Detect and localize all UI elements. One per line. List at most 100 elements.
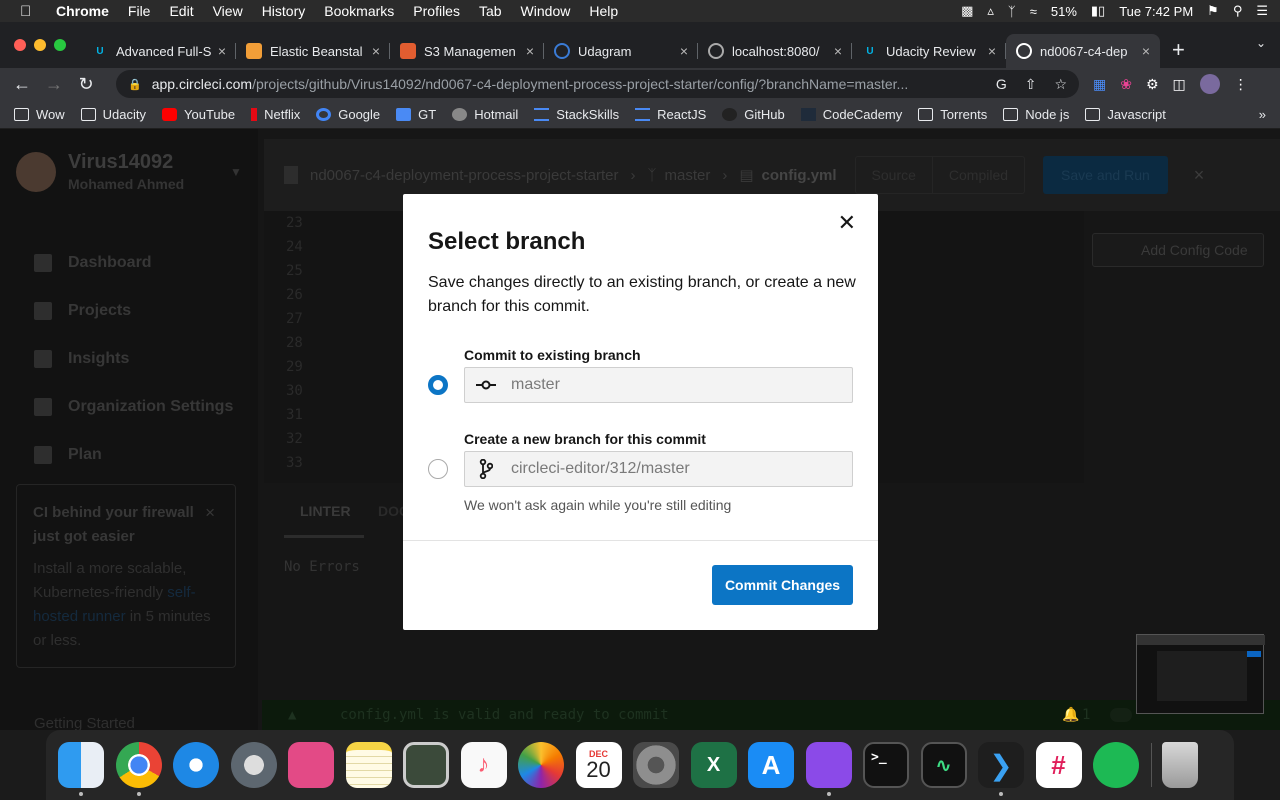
bookmark-item[interactable]: Hotmail: [452, 107, 518, 122]
battery-icon[interactable]: ▮▯: [1091, 3, 1105, 19]
screenshot-thumbnail[interactable]: [1136, 634, 1265, 714]
extensions-puzzle-icon[interactable]: ⚙: [1146, 76, 1159, 93]
sidebar-item-plan[interactable]: Plan: [34, 431, 233, 479]
bookmark-item[interactable]: Wow: [14, 107, 65, 122]
app-store-icon[interactable]: A: [748, 742, 794, 788]
bookmark-item[interactable]: CodeCademy: [800, 107, 902, 122]
flag-icon[interactable]: ⚑: [1207, 3, 1219, 19]
bluetooth-icon[interactable]: ᛉ: [1008, 4, 1016, 19]
menu-bookmarks[interactable]: Bookmarks: [324, 3, 394, 19]
sidebar-item-insights[interactable]: Insights: [34, 335, 233, 383]
browser-tab[interactable]: Elastic Beanstal ×: [236, 34, 390, 68]
forward-icon[interactable]: →: [38, 74, 70, 95]
add-config-code-button[interactable]: Add Config Code: [1092, 233, 1264, 267]
sidebar-item-organization-settings[interactable]: Organization Settings: [34, 383, 233, 431]
apple-icon[interactable]: : [20, 3, 38, 20]
menu-edit[interactable]: Edit: [169, 3, 193, 19]
bookmark-item[interactable]: YouTube: [162, 107, 235, 122]
tab-close-icon[interactable]: ×: [1142, 43, 1150, 59]
wifi-icon[interactable]: ≈: [1030, 4, 1037, 19]
excel-icon[interactable]: X: [690, 742, 737, 788]
new-branch-radio[interactable]: [428, 459, 448, 479]
chevron-up-icon[interactable]: ▲: [288, 707, 296, 723]
control-center-icon[interactable]: ☰: [1256, 3, 1268, 19]
bookmark-item[interactable]: ReactJS: [635, 107, 706, 122]
preview-icon[interactable]: [403, 742, 449, 788]
breadcrumb-project[interactable]: nd0067-c4-deployment-process-project-sta…: [310, 167, 618, 184]
photos-icon[interactable]: [518, 742, 564, 788]
activity-monitor-icon[interactable]: ∿: [920, 742, 967, 788]
launchpad-icon[interactable]: [230, 742, 277, 788]
system-preferences-icon[interactable]: [633, 742, 679, 788]
close-editor-icon[interactable]: ×: [1194, 165, 1205, 186]
menu-history[interactable]: History: [262, 3, 306, 19]
bookmark-item[interactable]: Javascript: [1085, 107, 1166, 122]
tab-compiled[interactable]: Compiled: [931, 157, 1024, 193]
spotlight-icon[interactable]: ⚲: [1233, 3, 1243, 19]
chevron-down-icon[interactable]: ▼: [230, 165, 242, 179]
battery-percent[interactable]: 51%: [1051, 4, 1077, 19]
lock-icon[interactable]: 🔒: [128, 78, 142, 91]
terminal-icon[interactable]: >_: [863, 742, 909, 788]
github-desktop-icon[interactable]: [805, 742, 852, 796]
chrome-icon[interactable]: [115, 742, 162, 796]
sidebar-item-projects[interactable]: Projects: [34, 287, 233, 335]
menu-window[interactable]: Window: [521, 3, 571, 19]
finder-icon[interactable]: [58, 742, 104, 796]
close-icon[interactable]: ×: [205, 503, 215, 523]
clock[interactable]: Tue 7:42 PM: [1119, 4, 1193, 19]
tab-close-icon[interactable]: ×: [834, 43, 842, 59]
bookmark-item[interactable]: GT: [396, 107, 436, 122]
share-icon[interactable]: ⇧: [1025, 76, 1037, 93]
tab-source[interactable]: Source: [856, 157, 932, 193]
close-icon[interactable]: ✕: [838, 212, 856, 234]
new-tab-icon[interactable]: +: [1172, 34, 1185, 68]
browser-tab[interactable]: Udagram ×: [544, 34, 698, 68]
existing-branch-radio[interactable]: [428, 375, 448, 395]
music-icon[interactable]: ♪: [460, 742, 507, 788]
browser-tab-active[interactable]: nd0067-c4-dep ×: [1006, 34, 1160, 68]
browser-tab[interactable]: localhost:8080/ ×: [698, 34, 852, 68]
tab-close-icon[interactable]: ×: [372, 43, 380, 59]
tab-close-icon[interactable]: ×: [526, 43, 534, 59]
safari-icon[interactable]: [173, 742, 219, 788]
breadcrumb-branch[interactable]: master: [665, 167, 711, 184]
reload-icon[interactable]: ↻: [70, 74, 102, 95]
menu-app-name[interactable]: Chrome: [56, 3, 109, 19]
spotify-icon[interactable]: [1093, 742, 1139, 788]
bookmarks-overflow-icon[interactable]: »: [1259, 107, 1266, 122]
commit-changes-button[interactable]: Commit Changes: [712, 565, 853, 605]
save-and-run-button[interactable]: Save and Run: [1043, 156, 1168, 194]
bell-icon[interactable]: 🔔: [1062, 707, 1079, 723]
trash-icon[interactable]: [1161, 742, 1198, 788]
back-icon[interactable]: ←: [6, 74, 38, 95]
bookmark-item[interactable]: Google: [316, 107, 380, 122]
notes-icon[interactable]: [345, 742, 392, 788]
browser-tab[interactable]: U Advanced Full-S ×: [82, 34, 236, 68]
bookmark-item[interactable]: StackSkills: [534, 107, 619, 122]
menu-view[interactable]: View: [213, 3, 243, 19]
bookmark-item[interactable]: GitHub: [722, 107, 785, 122]
bookmark-item[interactable]: Node js: [1003, 107, 1069, 122]
tab-close-icon[interactable]: ×: [680, 43, 688, 59]
slack-icon[interactable]: #: [1035, 742, 1082, 788]
bookmark-star-icon[interactable]: ☆: [1054, 76, 1067, 93]
close-window-button[interactable]: [14, 39, 26, 51]
tab-close-icon[interactable]: ×: [988, 43, 996, 59]
bookmark-item[interactable]: Netflix: [251, 107, 300, 122]
new-branch-input[interactable]: circleci-editor/312/master: [464, 451, 853, 487]
menu-file[interactable]: File: [128, 3, 151, 19]
browser-tab[interactable]: U Udacity Review ×: [852, 34, 1006, 68]
toggle-switch[interactable]: [1110, 708, 1132, 722]
side-panel-icon[interactable]: ◫: [1173, 76, 1186, 93]
calendar-icon[interactable]: DEC 20: [575, 742, 622, 788]
getting-started-link[interactable]: Getting Started: [34, 715, 135, 730]
user-switcher[interactable]: Virus14092 Mohamed Ahmed: [16, 151, 184, 192]
translate-extension-icon[interactable]: ▦: [1093, 76, 1106, 93]
screen-share-icon[interactable]: ▩: [961, 3, 973, 19]
tab-search-chevron-icon[interactable]: ⌄: [1256, 36, 1266, 50]
menu-tab[interactable]: Tab: [479, 3, 502, 19]
airplay-icon[interactable]: ▵: [987, 3, 994, 19]
sidebar-item-dashboard[interactable]: Dashboard: [34, 239, 233, 287]
clean-my-mac-icon[interactable]: [288, 742, 334, 788]
